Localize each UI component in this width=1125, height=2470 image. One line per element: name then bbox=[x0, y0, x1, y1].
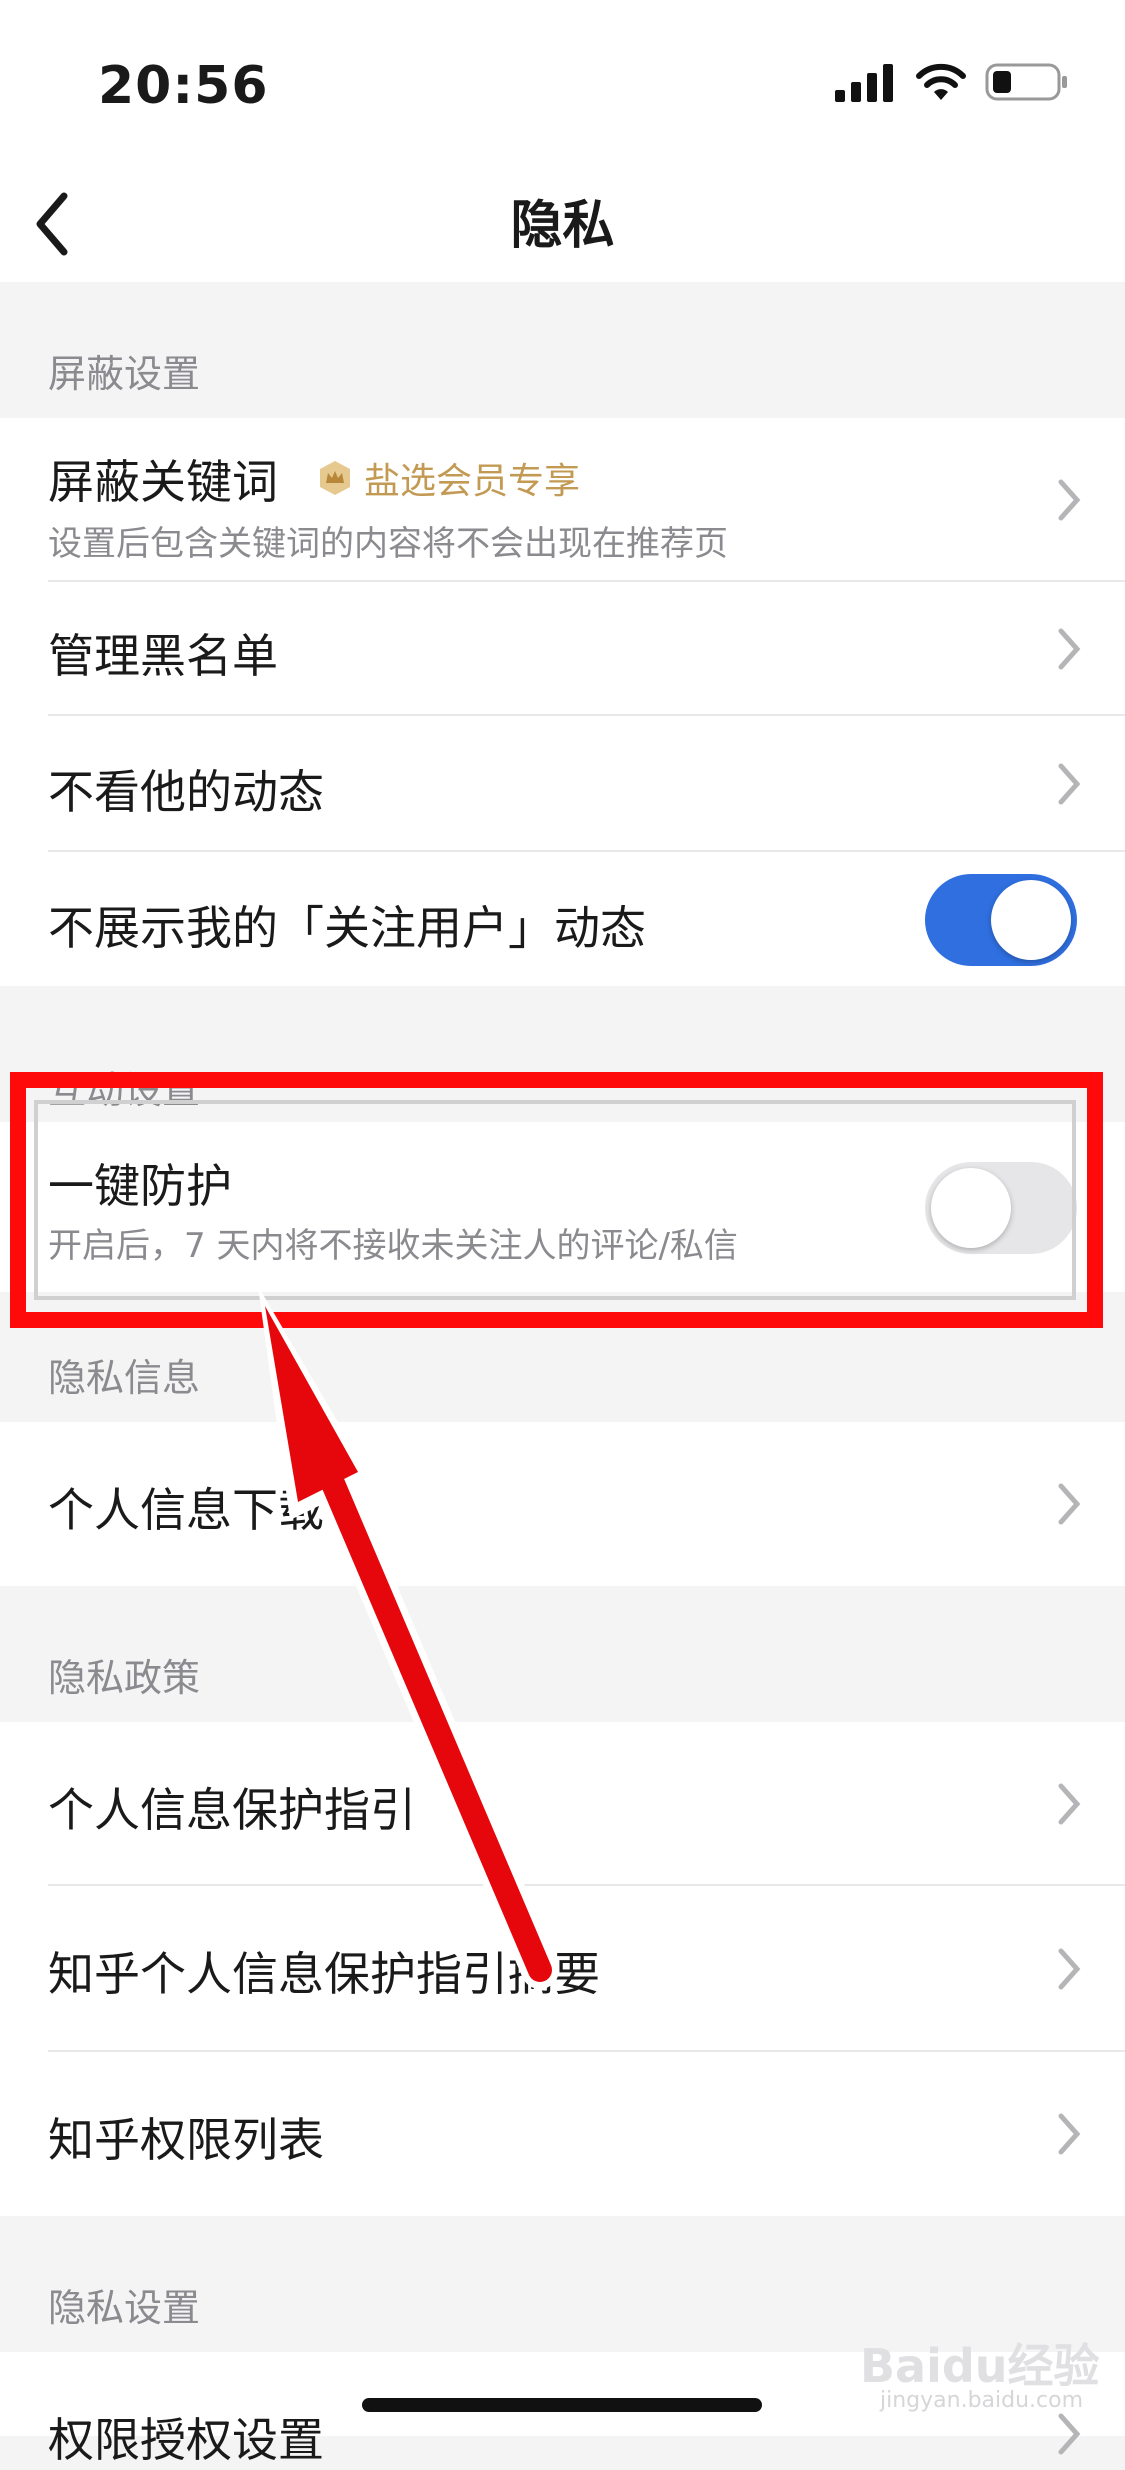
row-personal-info-download[interactable]: 个人信息下载 bbox=[0, 1422, 1125, 1586]
hide-following-feed-toggle[interactable] bbox=[925, 874, 1077, 966]
watermark-url: jingyan.baidu.com bbox=[880, 2388, 1084, 2413]
row-info-protection-guide[interactable]: 个人信息保护指引 bbox=[0, 1722, 1125, 1886]
status-time: 20:56 bbox=[98, 56, 269, 116]
row-subtitle: 设置后包含关键词的内容将不会出现在推荐页 bbox=[48, 524, 728, 564]
row-label: 不看他的动态 bbox=[48, 765, 324, 819]
home-indicator[interactable] bbox=[362, 2398, 762, 2412]
row-permission-list[interactable]: 知乎权限列表 bbox=[0, 2052, 1125, 2216]
row-label: 屏蔽关键词 bbox=[48, 455, 278, 509]
row-label: 知乎个人信息保护指引摘要 bbox=[48, 1947, 600, 2001]
row-label: 权限授权设置 bbox=[48, 2413, 324, 2467]
row-hide-following-feed: 不展示我的「关注用户」动态 bbox=[0, 852, 1125, 986]
row-label: 管理黑名单 bbox=[48, 629, 278, 683]
chevron-right-icon bbox=[1058, 1948, 1081, 1990]
row-info-protection-summary[interactable]: 知乎个人信息保护指引摘要 bbox=[0, 1886, 1125, 2052]
watermark: Baidu经验 bbox=[860, 2339, 1100, 2393]
battery-icon bbox=[985, 63, 1067, 101]
status-bar: 20:56 bbox=[0, 0, 1125, 170]
chevron-right-icon bbox=[1058, 763, 1081, 805]
chevron-right-icon bbox=[1058, 1483, 1081, 1525]
section-header-shield: 屏蔽设置 bbox=[0, 282, 1125, 418]
row-block-keywords[interactable]: 屏蔽关键词 盐选会员专享 设置后包含关键词的内容将不会出现在推荐页 bbox=[0, 418, 1125, 582]
vip-badge-text: 盐选会员专享 bbox=[364, 461, 581, 502]
chevron-right-icon bbox=[1058, 628, 1081, 670]
row-label: 个人信息下载 bbox=[48, 1483, 324, 1537]
row-blacklist[interactable]: 管理黑名单 bbox=[0, 582, 1125, 716]
crown-icon bbox=[320, 461, 350, 495]
highlight-inner-box bbox=[34, 1100, 1076, 1300]
row-label: 不展示我的「关注用户」动态 bbox=[48, 901, 646, 955]
wifi-icon bbox=[916, 63, 966, 100]
nav-bar: 隐私 bbox=[0, 170, 1125, 282]
chevron-right-icon bbox=[1058, 479, 1081, 521]
row-hide-their-feed[interactable]: 不看他的动态 bbox=[0, 716, 1125, 852]
chevron-right-icon bbox=[1058, 1783, 1081, 1825]
chevron-right-icon bbox=[1058, 2113, 1081, 2155]
row-label: 知乎权限列表 bbox=[48, 2113, 324, 2167]
status-icons bbox=[835, 62, 1069, 102]
page-title: 隐私 bbox=[510, 196, 615, 256]
signal-icon bbox=[835, 64, 893, 102]
row-label: 个人信息保护指引 bbox=[48, 1783, 416, 1837]
section-header-privacy-policy: 隐私政策 bbox=[0, 1586, 1125, 1722]
chevron-right-icon bbox=[1058, 2413, 1081, 2455]
vip-badge: 盐选会员专享 bbox=[316, 452, 580, 504]
